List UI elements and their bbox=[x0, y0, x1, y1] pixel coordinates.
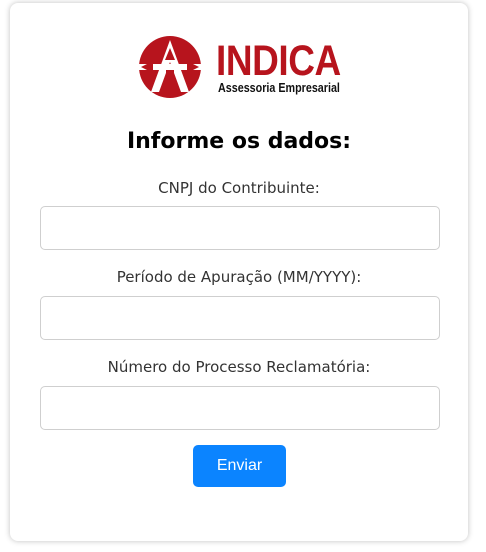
brand-tagline: Assessoria Empresarial bbox=[218, 81, 340, 95]
processo-input[interactable] bbox=[40, 386, 440, 430]
brand-logo: INDICA Assessoria Empresarial bbox=[135, 34, 350, 100]
brand-name: INDICA bbox=[216, 37, 341, 85]
cnpj-input[interactable] bbox=[40, 206, 440, 250]
processo-label: Número do Processo Reclamatória: bbox=[107, 358, 371, 376]
form-title: Informe os dados: bbox=[126, 129, 352, 154]
cnpj-label: CNPJ do Contribuinte: bbox=[158, 179, 320, 197]
periodo-label: Período de Apuração (MM/YYYY): bbox=[116, 268, 362, 286]
periodo-input[interactable] bbox=[40, 296, 440, 340]
form-card: INDICA Assessoria Empresarial Informe os… bbox=[10, 3, 468, 541]
indica-logo-icon bbox=[139, 36, 201, 98]
submit-button[interactable]: Enviar bbox=[193, 445, 286, 487]
